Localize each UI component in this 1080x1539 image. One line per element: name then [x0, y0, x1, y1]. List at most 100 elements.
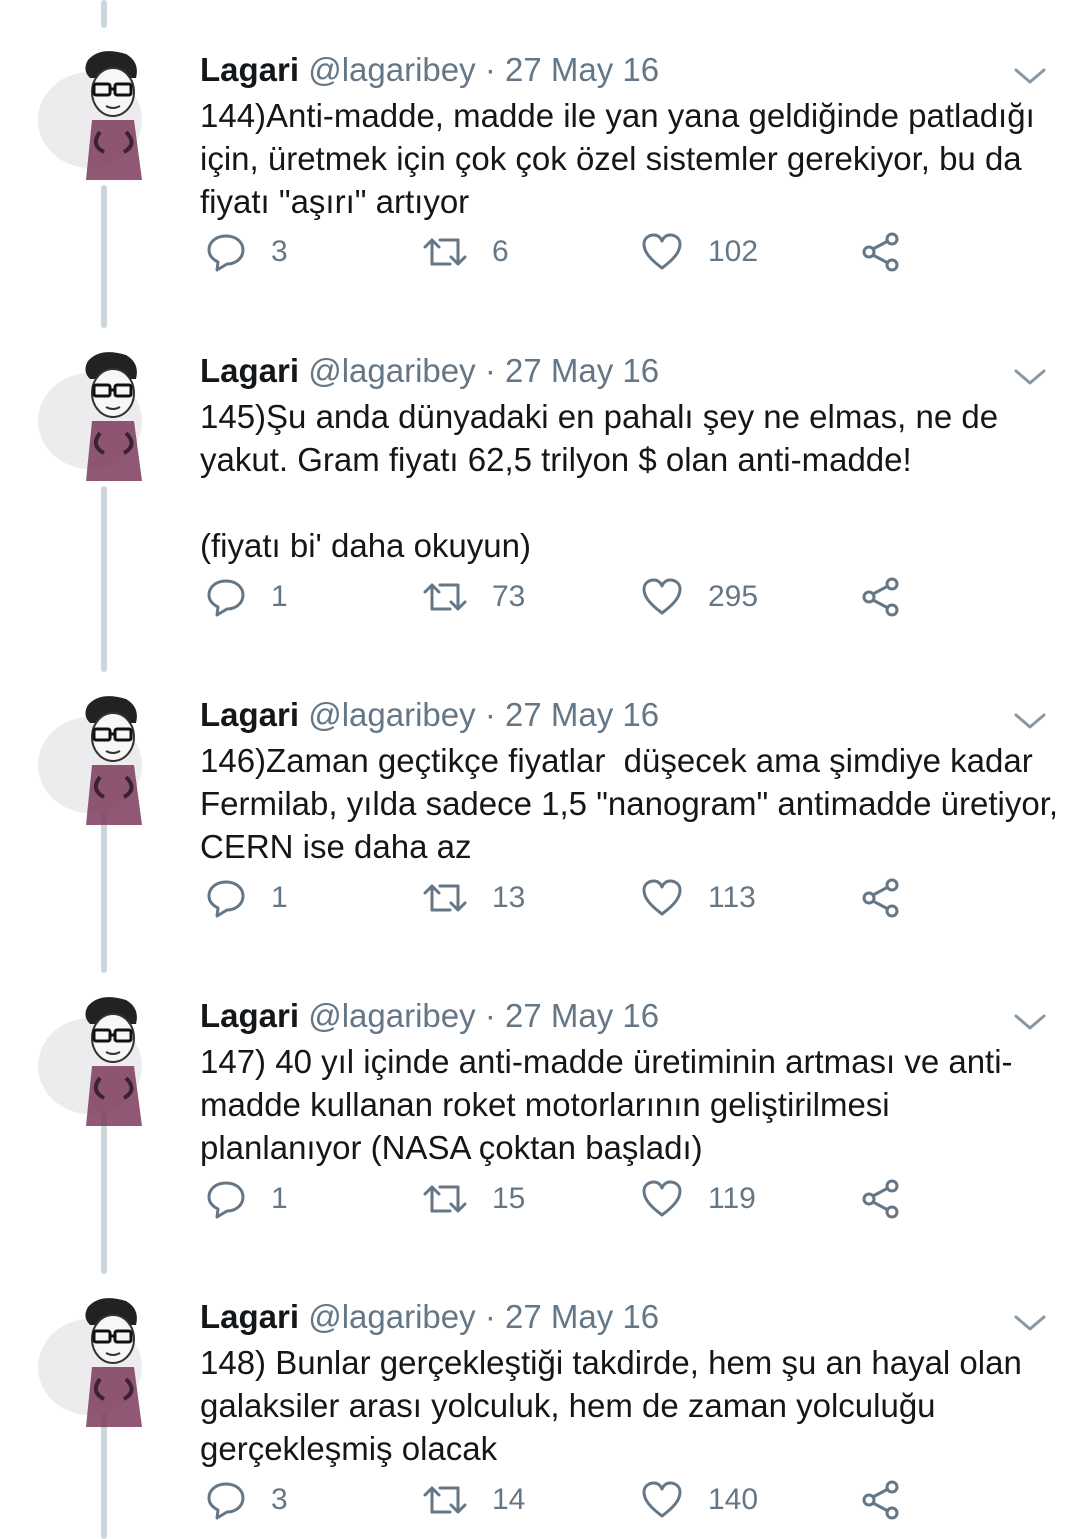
retweet-icon	[423, 1185, 467, 1213]
like-count: 140	[708, 1483, 759, 1516]
reply-count: 3	[271, 235, 288, 268]
tweet-actions: 1 73 295	[200, 572, 920, 622]
heart-icon	[642, 879, 682, 916]
reply-count: 3	[271, 1483, 288, 1516]
reply-count: 1	[271, 1182, 288, 1215]
retweet-icon	[423, 583, 467, 611]
tweet-text: 145)Şu anda dünyadaki en pahalı şey ne e…	[200, 398, 999, 564]
tweet-text: 148) Bunlar gerçekleştiği takdirde, hem …	[200, 1344, 1031, 1467]
avatar[interactable]	[30, 986, 180, 1136]
reply-icon	[207, 880, 245, 918]
tweet-header: Lagari @lagaribey · 27 May 16	[200, 695, 659, 735]
share-icon	[862, 1480, 899, 1520]
reply-button[interactable]: 3	[205, 227, 288, 277]
share-icon	[862, 232, 899, 272]
tweet[interactable]: Lagari @lagaribey · 27 May 16 144)Anti-m…	[0, 22, 1080, 323]
author-name[interactable]: Lagari	[200, 352, 299, 389]
tweet[interactable]: Lagari @lagaribey · 27 May 16 147) 40 yı…	[0, 968, 1080, 1269]
author-handle[interactable]: @lagaribey	[308, 352, 475, 389]
retweet-button[interactable]: 73	[422, 572, 525, 622]
retweet-count: 6	[492, 235, 509, 268]
tweet-text: 147) 40 yıl içinde anti-madde üretiminin…	[200, 1043, 1013, 1166]
tweet-actions: 1 15 119	[200, 1174, 920, 1224]
retweet-icon	[423, 884, 467, 912]
tweet[interactable]: Lagari @lagaribey · 27 May 16 146)Zaman …	[0, 667, 1080, 968]
share-icon	[862, 878, 899, 918]
tweet-text: 146)Zaman geçtikçe fiyatlar düşecek ama …	[200, 742, 1068, 865]
avatar[interactable]	[30, 341, 180, 491]
chevron-down-icon[interactable]	[1010, 64, 1050, 88]
author-handle[interactable]: @lagaribey	[308, 997, 475, 1034]
like-button[interactable]: 295	[640, 572, 758, 622]
reply-count: 1	[271, 580, 288, 613]
heart-icon	[642, 1481, 682, 1518]
like-count: 119	[708, 1182, 756, 1215]
timestamp[interactable]: 27 May 16	[505, 997, 659, 1034]
heart-icon	[642, 578, 682, 615]
like-count: 113	[708, 881, 756, 914]
share-button[interactable]	[860, 873, 902, 923]
separator-dot: ·	[484, 997, 496, 1034]
tweet-header: Lagari @lagaribey · 27 May 16	[200, 50, 659, 90]
timestamp[interactable]: 27 May 16	[505, 696, 659, 733]
tweet-actions: 1 13 113	[200, 873, 920, 923]
tweet-text: 144)Anti-madde, madde ile yan yana geldi…	[200, 97, 1044, 220]
chevron-down-icon[interactable]	[1010, 1010, 1050, 1034]
reply-count: 1	[271, 881, 288, 914]
avatar[interactable]	[30, 40, 180, 190]
reply-icon	[207, 579, 245, 617]
author-name[interactable]: Lagari	[200, 51, 299, 88]
author-handle[interactable]: @lagaribey	[308, 696, 475, 733]
retweet-icon	[423, 1486, 467, 1514]
retweet-button[interactable]: 15	[422, 1174, 525, 1224]
separator-dot: ·	[484, 1298, 496, 1335]
timestamp[interactable]: 27 May 16	[505, 51, 659, 88]
share-button[interactable]	[860, 1475, 902, 1525]
retweet-count: 15	[492, 1182, 526, 1215]
like-button[interactable]: 140	[640, 1475, 758, 1525]
timestamp[interactable]: 27 May 16	[505, 1298, 659, 1335]
heart-icon	[642, 233, 682, 270]
reply-button[interactable]: 1	[205, 572, 288, 622]
tweet[interactable]: Lagari @lagaribey · 27 May 16 148) Bunla…	[0, 1269, 1080, 1539]
like-button[interactable]: 113	[640, 873, 756, 923]
tweet-actions: 3 14 140	[200, 1475, 920, 1525]
reply-icon	[207, 1181, 245, 1219]
reply-icon	[207, 1482, 245, 1520]
avatar[interactable]	[30, 1287, 180, 1437]
like-button[interactable]: 102	[640, 227, 758, 277]
reply-icon	[207, 234, 245, 272]
like-count: 102	[708, 235, 759, 268]
like-button[interactable]: 119	[640, 1174, 756, 1224]
separator-dot: ·	[484, 51, 496, 88]
author-name[interactable]: Lagari	[200, 1298, 299, 1335]
author-name[interactable]: Lagari	[200, 997, 299, 1034]
author-handle[interactable]: @lagaribey	[308, 51, 475, 88]
reply-button[interactable]: 1	[205, 873, 288, 923]
retweet-count: 73	[492, 580, 526, 613]
retweet-button[interactable]: 6	[422, 227, 509, 277]
timestamp[interactable]: 27 May 16	[505, 352, 659, 389]
reply-button[interactable]: 3	[205, 1475, 288, 1525]
chevron-down-icon[interactable]	[1010, 709, 1050, 733]
tweet[interactable]: Lagari @lagaribey · 27 May 16 145)Şu and…	[0, 323, 1080, 624]
retweet-button[interactable]: 14	[422, 1475, 525, 1525]
retweet-count: 13	[492, 881, 526, 914]
separator-dot: ·	[484, 352, 496, 389]
reply-button[interactable]: 1	[205, 1174, 288, 1224]
retweet-count: 14	[492, 1483, 526, 1516]
share-icon	[862, 577, 899, 617]
chevron-down-icon[interactable]	[1010, 1311, 1050, 1335]
tweet-actions: 3 6 102	[200, 227, 920, 277]
share-button[interactable]	[860, 1174, 902, 1224]
author-handle[interactable]: @lagaribey	[308, 1298, 475, 1335]
heart-icon	[642, 1180, 682, 1217]
share-button[interactable]	[860, 227, 902, 277]
avatar[interactable]	[30, 685, 180, 835]
chevron-down-icon[interactable]	[1010, 365, 1050, 389]
share-icon	[862, 1179, 899, 1219]
retweet-button[interactable]: 13	[422, 873, 525, 923]
tweet-header: Lagari @lagaribey · 27 May 16	[200, 996, 659, 1036]
author-name[interactable]: Lagari	[200, 696, 299, 733]
share-button[interactable]	[860, 572, 902, 622]
